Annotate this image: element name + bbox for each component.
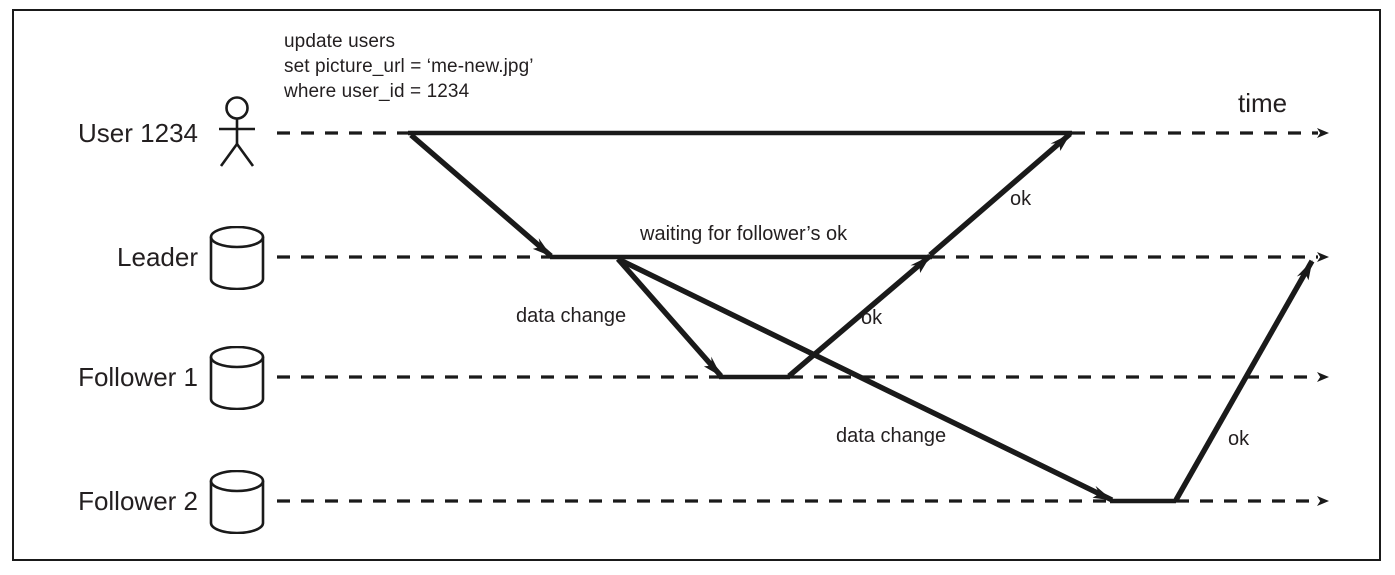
query-line-2: set picture_url = ‘me-new.jpg’ [284,56,534,77]
query-line-3: where user_id = 1234 [284,81,470,102]
lifeline-label-user-1234: User 1234 [78,118,198,148]
message-label-data-change-follower1: data change [516,305,627,327]
lifeline-label-follower-1: Follower 1 [78,362,198,392]
lifeline-label-follower-2: Follower 2 [78,486,198,516]
actor-stick-figure-icon [208,96,266,168]
message-arrow-ok-follower2 [1173,259,1315,502]
query-line-1: update users [284,31,396,52]
message-label-ok-follower2: ok [1228,428,1250,450]
message-arrow-data-change-leader-to-follower2 [616,256,1114,503]
message-arrow-update-user-to-leader [409,132,553,259]
message-label-waiting-for-follower-ok: waiting for follower’s ok [640,223,848,245]
message-label-ok-follower1-to-leader: ok [861,307,883,329]
database-cylinder-icon-follower-1 [207,345,267,411]
message-label-data-change-follower2: data change [836,425,947,447]
message-arrow-ok-leader-to-user [928,131,1072,258]
message-arrow-ok-follower1-to-leader [787,253,932,379]
lifeline-label-leader: Leader [117,242,198,272]
message-arrow-data-change-leader-to-follower1 [615,257,724,378]
database-cylinder-icon-leader [207,225,267,291]
time-axis-label: time [1238,88,1288,118]
database-cylinder-icon-follower-2 [207,469,267,535]
diagram-canvas: User 1234 Leader Follower 1 Follower 2 u… [0,0,1395,575]
message-label-ok-leader-to-user: ok [1010,188,1032,210]
